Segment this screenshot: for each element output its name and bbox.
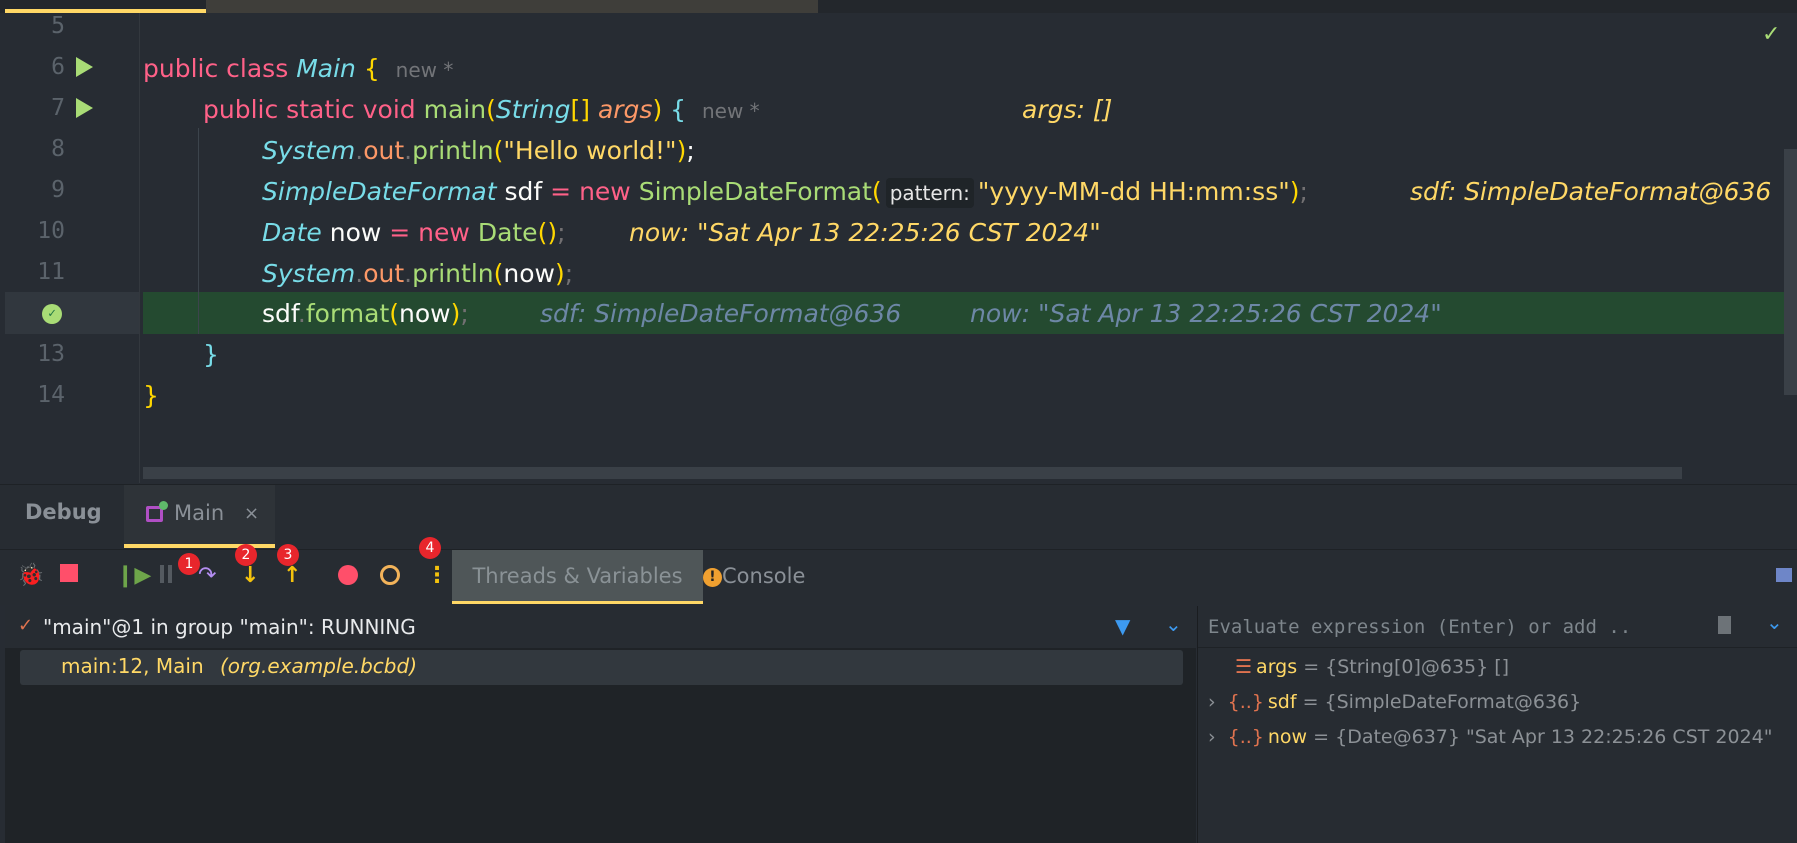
annotation-badge: 1 bbox=[178, 553, 200, 575]
evaluate-expression-field[interactable]: Evaluate expression (Enter) or add .. ⌄ bbox=[1198, 606, 1797, 648]
inline-value-hint: sdf: SimpleDateFormat@636 bbox=[540, 299, 902, 328]
warning-icon: ! bbox=[703, 567, 722, 587]
rerun-debug-icon[interactable]: 🐞 bbox=[17, 564, 44, 588]
step-over-icon[interactable]: ↷ bbox=[198, 564, 216, 588]
code-line-8[interactable]: System.out.println("Hello world!"); bbox=[262, 130, 695, 171]
annotation-badge: 3 bbox=[277, 544, 299, 566]
layout-settings-icon[interactable] bbox=[1776, 568, 1792, 582]
execution-point-icon[interactable]: ✓ bbox=[42, 304, 62, 324]
code-line-7[interactable]: public static void main(String[] args) {… bbox=[203, 89, 1112, 130]
expand-chevron-icon[interactable]: › bbox=[1208, 691, 1216, 713]
parameter-hint: pattern: bbox=[885, 178, 974, 208]
tab-console[interactable]: ! Console bbox=[703, 550, 805, 604]
code-line-9[interactable]: SimpleDateFormat sdf = new SimpleDateFor… bbox=[262, 171, 1771, 212]
debug-toolbar bbox=[0, 549, 1797, 605]
check-icon[interactable]: ✓ bbox=[1762, 22, 1780, 47]
author-hint: new * bbox=[395, 58, 454, 82]
code-line-6[interactable]: public class Main { new * bbox=[143, 48, 453, 89]
variable-row[interactable]: › {..} now = {Date@637} "Sat Apr 13 22:25:… bbox=[1208, 722, 1773, 752]
parameter-icon: ☰ bbox=[1235, 656, 1253, 678]
code-line-11[interactable]: System.out.println(now); bbox=[262, 253, 573, 294]
code-line-12[interactable]: sdf.format(now); sdf: SimpleDateFormat@63… bbox=[262, 293, 1442, 334]
line-number[interactable]: 9 bbox=[5, 170, 65, 211]
debug-title: Debug bbox=[25, 500, 102, 524]
pause-icon[interactable] bbox=[160, 565, 164, 583]
code-line-14[interactable]: } bbox=[143, 375, 159, 416]
more-options-icon[interactable]: ⋮ bbox=[426, 564, 448, 588]
line-number[interactable]: ✓ bbox=[5, 293, 65, 334]
check-icon: ✓ bbox=[18, 615, 34, 636]
code-line-10[interactable]: Date now = new Date(); now: "Sat Apr 13 2… bbox=[262, 212, 1101, 253]
line-number[interactable]: 10 bbox=[5, 211, 65, 252]
run-icon[interactable] bbox=[76, 98, 93, 118]
stack-frame-row[interactable]: main:12, Main (org.example.bcbd) bbox=[20, 650, 1183, 685]
inline-value-hint: sdf: SimpleDateFormat@636 bbox=[1410, 177, 1772, 206]
filter-icon[interactable]: ▼ bbox=[1115, 614, 1130, 638]
line-number[interactable]: 13 bbox=[5, 334, 65, 375]
variable-row[interactable]: ☰ args = {String[0]@635} [] bbox=[1235, 652, 1509, 682]
inline-value-hint: now: "Sat Apr 13 22:25:26 CST 2024" bbox=[970, 299, 1442, 328]
annotation-badge: 4 bbox=[419, 537, 441, 559]
inline-value-hint: args: [] bbox=[1022, 95, 1113, 124]
line-number[interactable]: 7 bbox=[5, 88, 65, 129]
line-number[interactable]: 8 bbox=[5, 129, 65, 170]
vertical-scrollbar[interactable] bbox=[1784, 149, 1797, 395]
chevron-down-icon[interactable]: ⌄ bbox=[1165, 612, 1182, 636]
resume-icon[interactable]: ❙▶ bbox=[116, 564, 151, 588]
mute-breakpoints-icon[interactable] bbox=[380, 565, 400, 585]
annotation-badge: 2 bbox=[235, 544, 257, 566]
author-hint: new * bbox=[701, 99, 760, 123]
running-indicator-icon bbox=[159, 501, 168, 510]
close-tab-icon[interactable]: × bbox=[244, 503, 259, 524]
line-number[interactable]: 5 bbox=[5, 6, 65, 47]
run-icon[interactable] bbox=[76, 57, 93, 77]
indent-guide bbox=[198, 128, 199, 334]
code-line-13[interactable]: } bbox=[203, 334, 219, 375]
line-number[interactable]: 6 bbox=[5, 47, 65, 88]
stop-icon[interactable] bbox=[60, 564, 78, 582]
step-out-icon[interactable]: ↑ bbox=[283, 564, 301, 588]
line-number[interactable]: 14 bbox=[5, 375, 65, 416]
tab-main[interactable]: Main × bbox=[124, 485, 275, 548]
view-breakpoints-icon[interactable] bbox=[338, 565, 358, 585]
line-number[interactable]: 11 bbox=[5, 252, 65, 293]
object-icon: {..} bbox=[1227, 726, 1264, 748]
step-into-icon[interactable]: ↓ bbox=[241, 564, 259, 588]
chevron-down-icon[interactable]: ⌄ bbox=[1766, 610, 1783, 634]
object-icon: {..} bbox=[1227, 691, 1264, 713]
editor-tab-strip-scroll[interactable] bbox=[206, 0, 818, 13]
tab-threads-variables[interactable]: Threads & Variables bbox=[452, 550, 703, 604]
expand-chevron-icon[interactable]: › bbox=[1208, 726, 1216, 748]
variable-row[interactable]: › {..} sdf = {SimpleDateFormat@636} bbox=[1208, 687, 1581, 717]
horizontal-scrollbar[interactable] bbox=[143, 467, 1682, 479]
thread-row[interactable]: ✓ "main"@1 in group "main": RUNNING ▼ ⌄ bbox=[5, 606, 1196, 648]
inline-value-hint: now: "Sat Apr 13 22:25:26 CST 2024" bbox=[629, 218, 1101, 247]
bookmark-icon[interactable] bbox=[1718, 616, 1731, 634]
